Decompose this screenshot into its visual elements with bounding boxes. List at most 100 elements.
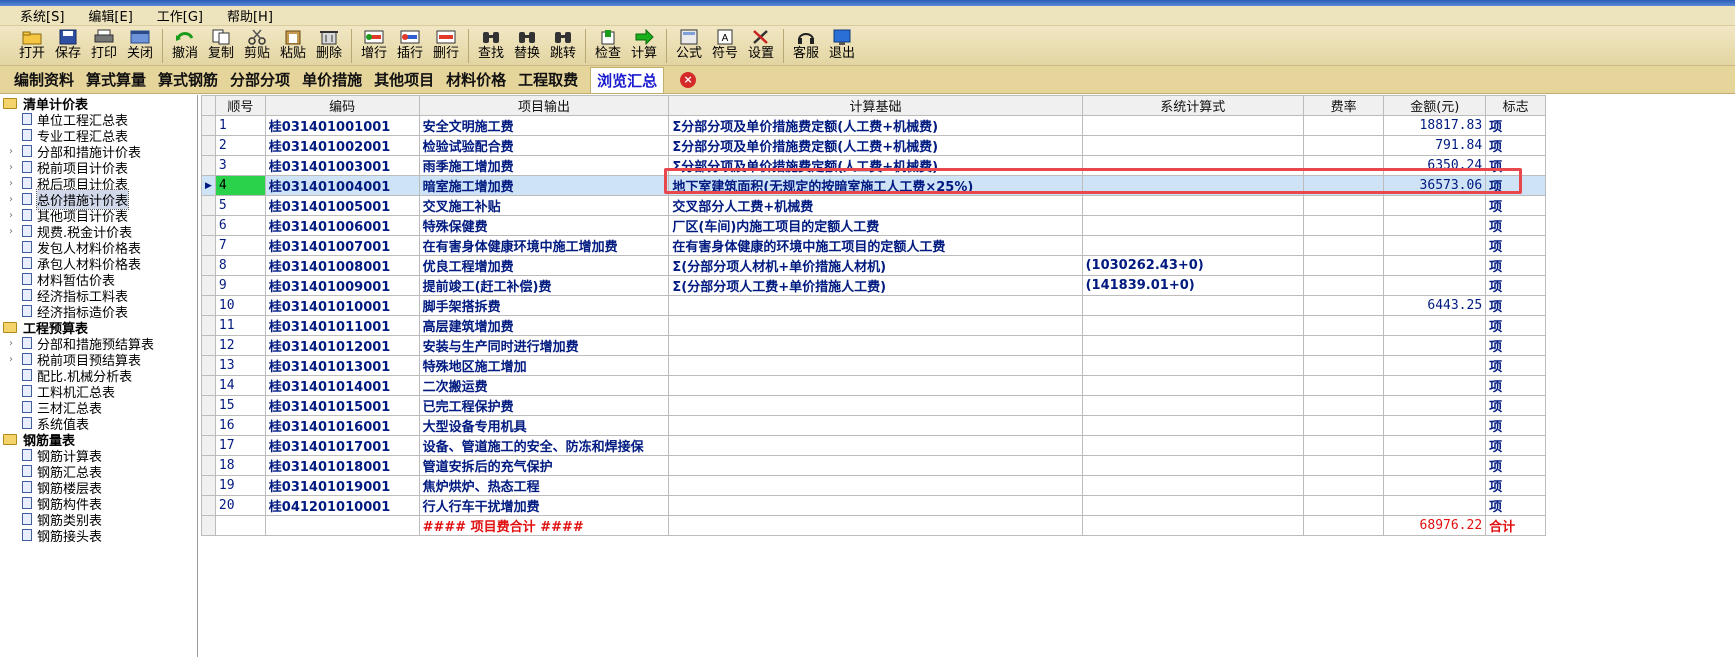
cell-code[interactable]: 桂031401018001 <box>264 455 420 476</box>
column-header-4[interactable]: 系统计算式 <box>1081 95 1304 116</box>
cell-item[interactable]: 焦炉烘炉、热态工程 <box>418 475 670 496</box>
table-row[interactable]: 13 桂031401013001 特殊地区施工增加 项 <box>201 355 1546 376</box>
cell-amount[interactable] <box>1383 415 1487 436</box>
total-cell-formula[interactable] <box>1081 515 1304 536</box>
check-button[interactable]: 检查 <box>590 26 626 66</box>
cell-basis[interactable]: Σ(分部分项人材机+单价措施人材机) <box>668 255 1083 276</box>
cell-seq[interactable]: 1 <box>214 115 266 136</box>
cell-item[interactable]: 检验试验配合费 <box>418 135 670 156</box>
cell-rate[interactable] <box>1302 315 1385 336</box>
cell-seq[interactable]: 14 <box>214 375 266 396</box>
table-row[interactable]: 2 桂031401002001 检验试验配合费 Σ分部分项及单价措施费定额(人工费+机… <box>201 135 1546 156</box>
tree-item[interactable]: 钢筋接头表 <box>0 527 197 545</box>
cell-flag[interactable]: 项 <box>1485 435 1546 456</box>
tab-8[interactable]: 浏览汇总 <box>590 66 665 93</box>
cut-button[interactable]: 剪贴 <box>239 26 275 66</box>
cell-basis[interactable]: 在有害身体健康的环境中施工项目的定额人工费 <box>668 235 1083 256</box>
cell-formula[interactable] <box>1081 375 1304 396</box>
table-row[interactable]: 9 桂031401009001 提前竣工(赶工补偿)费 Σ(分部分项人工费+单价措施人… <box>201 275 1546 296</box>
cell-seq[interactable]: 7 <box>214 235 266 256</box>
cell-amount[interactable] <box>1383 455 1487 476</box>
tree-item[interactable]: 三材汇总表 <box>0 399 197 417</box>
table-row[interactable]: 11 桂031401011001 高层建筑增加费 项 <box>201 315 1546 336</box>
cell-amount[interactable]: 36573.06 <box>1383 175 1487 196</box>
close-window-button[interactable]: 关闭 <box>122 26 158 66</box>
cell-flag[interactable]: 项 <box>1485 295 1546 316</box>
cell-code[interactable]: 桂031401015001 <box>264 395 420 416</box>
expand-arrow-icon[interactable]: › <box>6 162 16 173</box>
cell-formula[interactable]: (1030262.43+0) <box>1081 255 1304 276</box>
cell-seq[interactable]: 13 <box>214 355 266 376</box>
column-header-5[interactable]: 费率 <box>1302 95 1385 116</box>
cell-item[interactable]: 安装与生产同时进行增加费 <box>418 335 670 356</box>
cell-code[interactable]: 桂031401013001 <box>264 355 420 376</box>
insert-row-button[interactable]: 插行 <box>392 26 428 66</box>
cell-code[interactable]: 桂031401011001 <box>264 315 420 336</box>
cell-rate[interactable] <box>1302 415 1385 436</box>
cell-flag[interactable]: 项 <box>1485 355 1546 376</box>
cell-amount[interactable] <box>1383 355 1487 376</box>
cell-basis[interactable] <box>668 395 1083 416</box>
cell-formula[interactable] <box>1081 295 1304 316</box>
cell-formula[interactable] <box>1081 315 1304 336</box>
cell-formula[interactable] <box>1081 215 1304 236</box>
cell-seq[interactable]: 18 <box>214 455 266 476</box>
menu-item-3[interactable]: 帮助[H] <box>227 6 273 25</box>
cell-seq[interactable]: 8 <box>214 255 266 276</box>
cell-formula[interactable] <box>1081 415 1304 436</box>
column-header-3[interactable]: 计算基础 <box>668 95 1083 116</box>
cell-basis[interactable] <box>668 415 1083 436</box>
cell-item[interactable]: 管道安拆后的充气保护 <box>418 455 670 476</box>
cell-code[interactable]: 桂031401008001 <box>264 255 420 276</box>
table-row[interactable]: 16 桂031401016001 大型设备专用机具 项 <box>201 415 1546 436</box>
print-button[interactable]: 打印 <box>86 26 122 66</box>
cell-amount[interactable] <box>1383 435 1487 456</box>
cell-flag[interactable]: 项 <box>1485 115 1546 136</box>
cell-formula[interactable] <box>1081 475 1304 496</box>
expand-arrow-icon[interactable]: › <box>6 338 16 349</box>
cell-seq[interactable]: 12 <box>214 335 266 356</box>
cell-item[interactable]: 设备、管道施工的安全、防冻和焊接保 <box>418 435 670 456</box>
cell-rate[interactable] <box>1302 495 1385 516</box>
cell-item[interactable]: 特殊地区施工增加 <box>418 355 670 376</box>
cell-flag[interactable]: 项 <box>1485 375 1546 396</box>
cell-seq[interactable]: 9 <box>214 275 266 296</box>
cell-seq[interactable]: 4 <box>214 175 266 196</box>
cell-item[interactable]: 在有害身体健康环境中施工增加费 <box>418 235 670 256</box>
cell-rate[interactable] <box>1302 135 1385 156</box>
undo-button[interactable]: 撤消 <box>167 26 203 66</box>
cell-item[interactable]: 提前竣工(赶工补偿)费 <box>418 275 670 296</box>
total-cell-seq[interactable] <box>214 515 266 536</box>
cell-rate[interactable] <box>1302 175 1385 196</box>
tab-4[interactable]: 单价措施 <box>302 67 362 92</box>
cell-item[interactable]: 大型设备专用机具 <box>418 415 670 436</box>
cell-basis[interactable]: 交叉部分人工费+机械费 <box>668 195 1083 216</box>
cell-formula[interactable] <box>1081 155 1304 176</box>
cell-item[interactable]: 雨季施工增加费 <box>418 155 670 176</box>
total-cell-rate[interactable] <box>1302 515 1385 536</box>
cell-basis[interactable] <box>668 475 1083 496</box>
jump-button[interactable]: 跳转 <box>545 26 581 66</box>
total-row[interactable]: #### 项目费合计 #### 68976.22 合计 <box>201 515 1546 536</box>
cell-rate[interactable] <box>1302 195 1385 216</box>
cell-flag[interactable]: 项 <box>1485 455 1546 476</box>
table-row[interactable]: 10 桂031401010001 脚手架搭拆费 6443.25 项 <box>201 295 1546 316</box>
cell-seq[interactable]: 20 <box>214 495 266 516</box>
cell-rate[interactable] <box>1302 395 1385 416</box>
cell-amount[interactable] <box>1383 195 1487 216</box>
cell-amount[interactable] <box>1383 495 1487 516</box>
cell-item[interactable]: 已完工程保护费 <box>418 395 670 416</box>
cell-seq[interactable]: 11 <box>214 315 266 336</box>
cell-flag[interactable]: 项 <box>1485 175 1546 196</box>
cell-basis[interactable] <box>668 295 1083 316</box>
cell-basis[interactable]: Σ分部分项及单价措施费定额(人工费+机械费) <box>668 135 1083 156</box>
cell-flag[interactable]: 项 <box>1485 335 1546 356</box>
find-button[interactable]: 查找 <box>473 26 509 66</box>
add-row-button[interactable]: 增行 <box>356 26 392 66</box>
cell-basis[interactable] <box>668 435 1083 456</box>
formula-button[interactable]: 公式 <box>671 26 707 66</box>
cell-code[interactable]: 桂031401001001 <box>264 115 420 136</box>
tab-0[interactable]: 编制资料 <box>14 67 74 92</box>
open-folder-button[interactable]: 打开 <box>14 26 50 66</box>
cell-item[interactable]: 脚手架搭拆费 <box>418 295 670 316</box>
